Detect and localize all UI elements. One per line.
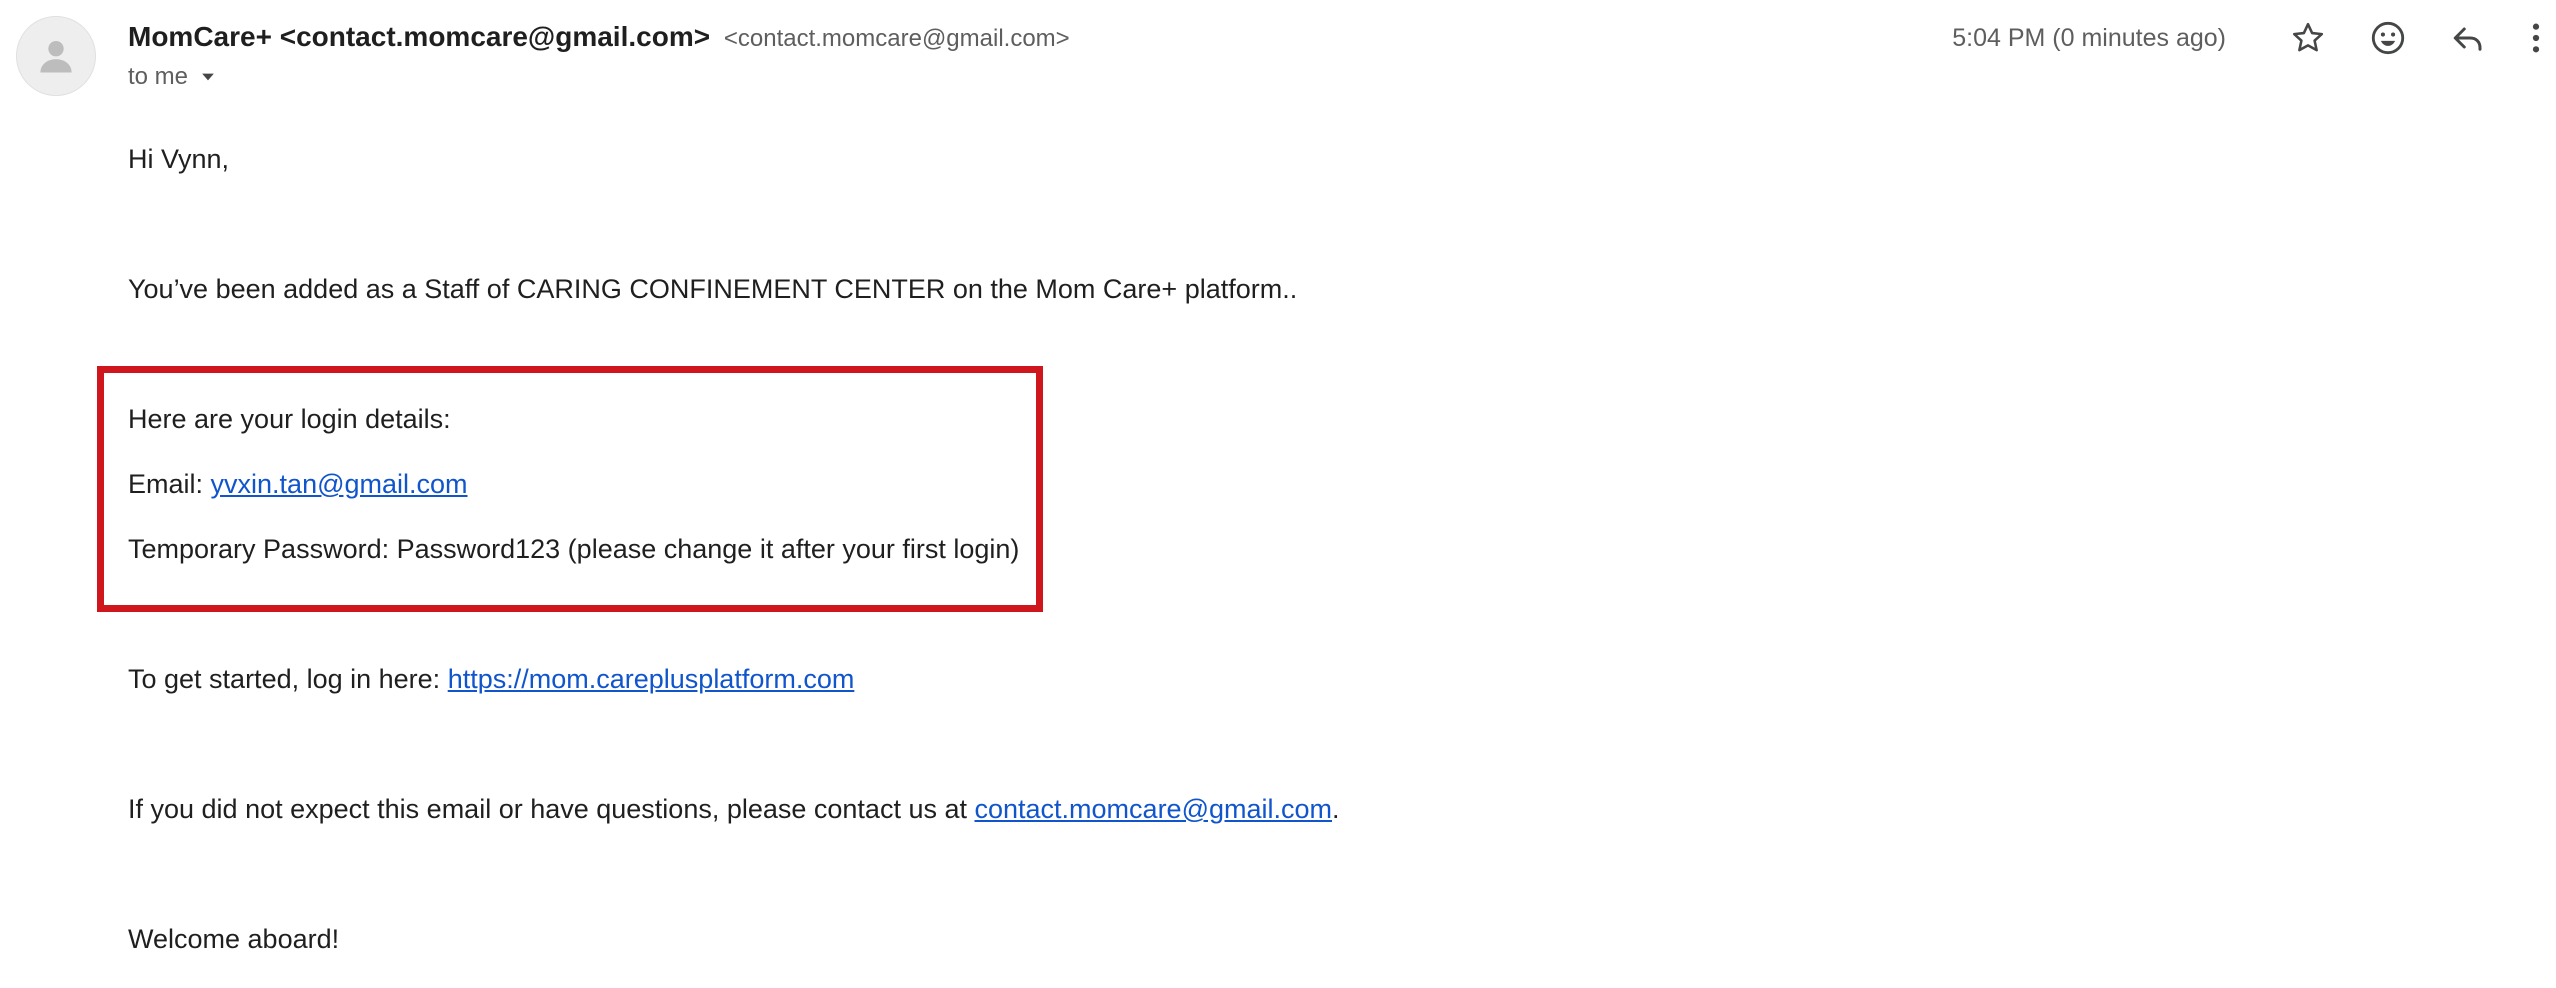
contact-line: If you did not expect this email or have… — [128, 791, 1340, 827]
email-link[interactable]: yvxin.tan@gmail.com — [211, 469, 468, 499]
sender-avatar[interactable] — [16, 16, 96, 96]
login-heading: Here are your login details: — [128, 404, 451, 434]
sender-email: <contact.momcare@gmail.com> — [723, 25, 1070, 52]
greeting: Hi Vynn, — [128, 144, 230, 174]
login-link[interactable]: https://mom.careplusplatform.com — [448, 664, 855, 694]
intro-text: You’ve been added as a Staff of CARING C… — [128, 274, 1298, 304]
email-view: MomCare+ <contact.momcare@gmail.com> <co… — [0, 0, 2556, 988]
email-label: Email: — [128, 469, 211, 499]
emoji-icon — [2371, 21, 2405, 55]
reply-icon — [2453, 27, 2482, 51]
contact-prefix: If you did not expect this email or have… — [128, 794, 975, 824]
recipient-label: to me — [128, 63, 189, 90]
sender-line: MomCare+ <contact.momcare@gmail.com> <co… — [128, 18, 1070, 58]
password-line: Temporary Password: Password123 (please … — [128, 534, 1020, 564]
more-vert-icon — [2532, 23, 2540, 53]
start-line: To get started, log in here: https://mom… — [128, 661, 854, 697]
add-reaction-button[interactable] — [2360, 10, 2416, 66]
start-label: To get started, log in here: — [128, 664, 448, 694]
reply-button[interactable] — [2440, 10, 2496, 66]
recipient-details-toggle[interactable] — [198, 67, 218, 87]
more-options-button[interactable] — [2516, 10, 2556, 66]
star-icon — [2292, 22, 2324, 52]
contact-suffix: . — [1332, 794, 1340, 824]
header-actions: 5:04 PM (0 minutes ago) — [1952, 10, 2556, 66]
person-icon — [40, 40, 72, 73]
timestamp: 5:04 PM (0 minutes ago) — [1952, 23, 2226, 52]
contact-email-link[interactable]: contact.momcare@gmail.com — [975, 794, 1333, 824]
chevron-down-icon — [202, 73, 214, 81]
email-line: Email: yvxin.tan@gmail.com — [128, 466, 468, 502]
star-button[interactable] — [2280, 10, 2336, 66]
recipient-line: to me — [128, 60, 218, 94]
closing-text: Welcome aboard! — [128, 924, 340, 954]
sender-name[interactable]: MomCare+ <contact.momcare@gmail.com> — [128, 21, 710, 52]
